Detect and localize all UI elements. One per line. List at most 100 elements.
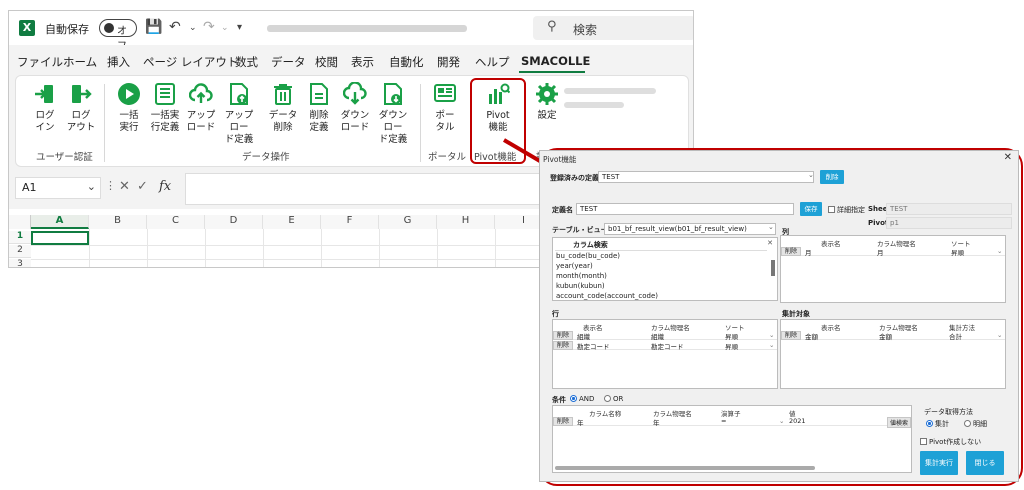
- col-header[interactable]: A: [31, 215, 89, 229]
- sheet-input[interactable]: TEST: [886, 203, 1012, 215]
- row-header[interactable]: 1: [9, 231, 31, 244]
- logout-button[interactable]: ログ アウト: [64, 82, 98, 134]
- menu-review[interactable]: 校閲: [315, 54, 338, 70]
- portal-button[interactable]: ポー タル: [428, 82, 462, 134]
- horizontal-scrollbar[interactable]: [555, 466, 815, 470]
- download-button[interactable]: ダウン ロード: [338, 82, 372, 134]
- menu-file[interactable]: ファイル: [17, 54, 63, 70]
- cell-operator[interactable]: =: [721, 417, 726, 425]
- row-header[interactable]: 3: [9, 259, 31, 267]
- autosave-toggle[interactable]: オフ: [99, 19, 137, 52]
- column-list-item[interactable]: year(year): [556, 262, 593, 270]
- menu-help[interactable]: ヘルプ: [475, 54, 510, 70]
- gear-icon: [536, 83, 558, 105]
- settings-button[interactable]: 設定: [530, 82, 564, 122]
- run-aggregate-button[interactable]: 集計実行: [920, 451, 958, 475]
- enter-icon[interactable]: ✓: [137, 179, 148, 194]
- col-header[interactable]: B: [89, 215, 147, 229]
- saved-def-select[interactable]: TEST: [598, 171, 814, 183]
- delete-def-button[interactable]: 削除 定義: [302, 82, 336, 134]
- redo-dropdown-icon[interactable]: ⌄: [221, 23, 229, 33]
- column-list-item[interactable]: month(month): [556, 272, 607, 280]
- column-list-item[interactable]: kubun(kubun): [556, 282, 605, 290]
- col-header[interactable]: C: [147, 215, 205, 229]
- row-delete-button[interactable]: 削除: [553, 341, 573, 350]
- clear-icon[interactable]: ✕: [767, 239, 773, 247]
- menu-formulas[interactable]: 数式: [235, 54, 258, 70]
- col-header[interactable]: F: [321, 215, 379, 229]
- download-def-button[interactable]: ダウンロー ド定義: [376, 82, 410, 146]
- bulk-run-button[interactable]: 一括 実行: [112, 82, 146, 134]
- menu-data[interactable]: データ: [271, 54, 306, 70]
- row-delete-button[interactable]: 削除: [781, 247, 801, 256]
- cell-method[interactable]: 合計: [949, 331, 962, 341]
- menu-home[interactable]: ホーム: [63, 54, 97, 70]
- select-all[interactable]: [9, 215, 31, 229]
- def-name-input[interactable]: TEST: [576, 203, 794, 215]
- fetch-detail-label: 明細: [973, 420, 987, 428]
- cell-display: 月: [805, 249, 812, 257]
- chevron-down-icon: ⌄: [808, 171, 814, 179]
- cell-sort[interactable]: 昇順: [951, 247, 964, 257]
- value-search-button[interactable]: 値検索: [887, 417, 911, 428]
- separator: [420, 84, 421, 162]
- more-icon: ⋮: [105, 179, 116, 192]
- cell-sort[interactable]: 昇順: [725, 331, 738, 341]
- bulk-def-button[interactable]: 一括実 行定義: [148, 82, 182, 134]
- close-button[interactable]: 閉じる: [966, 451, 1004, 475]
- column-search-panel: カラム検索 ✕ bu_code(bu_code) year(year) mont…: [552, 237, 778, 301]
- cond-or-radio[interactable]: OR: [604, 395, 623, 403]
- col-header[interactable]: E: [263, 215, 321, 229]
- cond-and-radio[interactable]: AND: [570, 395, 594, 403]
- fetch-method-label: データ取得方法: [924, 408, 973, 416]
- column-list-item[interactable]: bu_code(bu_code): [556, 252, 620, 260]
- undo-icon[interactable]: ↶: [169, 19, 181, 35]
- menu-view[interactable]: 表示: [351, 54, 374, 70]
- fetch-detail-radio[interactable]: 明細: [964, 419, 987, 429]
- fetch-agg-radio[interactable]: 集計: [926, 419, 949, 429]
- menu-insert[interactable]: 挿入: [107, 54, 130, 70]
- row-delete-button[interactable]: 削除: [553, 417, 573, 426]
- scrollbar-thumb[interactable]: [771, 260, 775, 276]
- menu-page-layout[interactable]: ページ レイアウト: [143, 54, 238, 70]
- cell-value[interactable]: 2021: [789, 417, 806, 425]
- row-delete-button[interactable]: 削除: [553, 331, 573, 340]
- row-delete-button[interactable]: 削除: [781, 331, 801, 340]
- menu-smacolle[interactable]: SMACOLLE: [521, 54, 590, 68]
- menu-developer[interactable]: 開発: [437, 54, 460, 70]
- pivot-name-input[interactable]: p1: [886, 217, 1012, 229]
- upload-button[interactable]: アップ ロード: [184, 82, 218, 134]
- col-header[interactable]: D: [205, 215, 263, 229]
- column-list-item[interactable]: account_code(account_code): [556, 292, 658, 300]
- menu-automate[interactable]: 自動化: [389, 54, 424, 70]
- function-icon[interactable]: fx: [159, 179, 171, 194]
- search-box[interactable]: ⚲ 検索: [533, 16, 693, 40]
- name-box[interactable]: A1 ⌄: [15, 177, 101, 199]
- delete-def-button[interactable]: 削除: [820, 170, 844, 184]
- excel-logo: X: [19, 20, 35, 36]
- cond-label: 条件: [552, 396, 566, 404]
- detail-checkbox[interactable]: 詳細指定: [828, 205, 865, 215]
- pivot-dialog: Pivot機能 ✕ 登録済みの定義 TEST ⌄ 削除 定義名 TEST 保存 …: [539, 150, 1019, 482]
- save-icon[interactable]: 💾: [145, 19, 162, 35]
- row-header[interactable]: 2: [9, 245, 31, 258]
- close-icon[interactable]: ✕: [1004, 152, 1012, 163]
- login-button[interactable]: ログ イン: [28, 82, 62, 134]
- selected-cell[interactable]: [31, 231, 89, 245]
- col-header[interactable]: G: [379, 215, 437, 229]
- cell-sort[interactable]: 昇順: [725, 341, 738, 351]
- customize-qat-icon[interactable]: ▾: [237, 22, 242, 33]
- radio-icon: [964, 420, 971, 427]
- save-button[interactable]: 保存: [800, 202, 822, 216]
- column-search-label: カラム検索: [573, 241, 608, 249]
- upload-def-label: アップロー ド定義: [224, 110, 254, 145]
- col-header[interactable]: H: [437, 215, 495, 229]
- redo-icon[interactable]: ↷: [203, 19, 215, 35]
- table-view-select[interactable]: b01_bf_result_view(b01_bf_result_view): [604, 223, 776, 235]
- download-def-icon: [384, 83, 402, 105]
- undo-dropdown-icon[interactable]: ⌄: [189, 23, 197, 33]
- data-delete-button[interactable]: データ 削除: [266, 82, 300, 134]
- upload-def-button[interactable]: アップロー ド定義: [222, 82, 256, 146]
- no-pivot-checkbox[interactable]: Pivot作成しない: [920, 437, 981, 447]
- cancel-icon[interactable]: ✕: [119, 179, 130, 194]
